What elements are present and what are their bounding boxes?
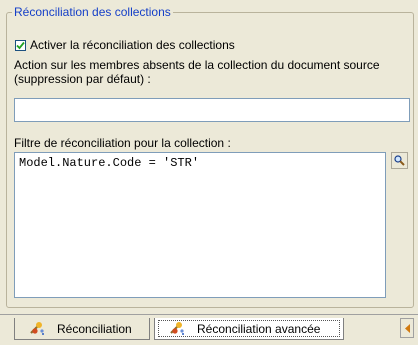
tab-reconciliation-label: Réconciliation [57, 321, 132, 336]
reconciliation-panel: Réconciliation des collections Activer l… [0, 0, 418, 314]
action-label: Action sur les membres absents de la col… [14, 58, 410, 86]
wizard-icon [29, 321, 47, 337]
filter-label: Filtre de réconciliation pour la collect… [14, 136, 231, 150]
action-label-line2: (suppression par défaut) : [14, 72, 151, 86]
enable-reconciliation-checkbox[interactable] [15, 39, 26, 51]
tab-scroll-left-button[interactable] [400, 318, 414, 338]
action-label-line1: Action sur les membres absents de la col… [14, 58, 380, 72]
arrow-left-icon [405, 324, 410, 333]
filter-textarea[interactable]: Model.Nature.Code = 'STR' [14, 152, 386, 298]
tab-bar: Réconciliation Réconciliation avancée [0, 314, 418, 345]
filter-zoom-button[interactable] [391, 152, 408, 169]
action-input[interactable] [14, 98, 410, 122]
wizard-icon [169, 321, 187, 337]
tab-reconciliation[interactable]: Réconciliation [14, 318, 150, 340]
enable-reconciliation-label: Activer la réconciliation des collection… [30, 38, 235, 52]
enable-reconciliation-row[interactable]: Activer la réconciliation des collection… [15, 38, 235, 52]
tab-advanced-reconciliation[interactable]: Réconciliation avancée [154, 318, 344, 340]
checkmark-icon [16, 41, 25, 49]
magnifier-icon [394, 155, 405, 166]
group-title: Réconciliation des collections [12, 5, 173, 19]
